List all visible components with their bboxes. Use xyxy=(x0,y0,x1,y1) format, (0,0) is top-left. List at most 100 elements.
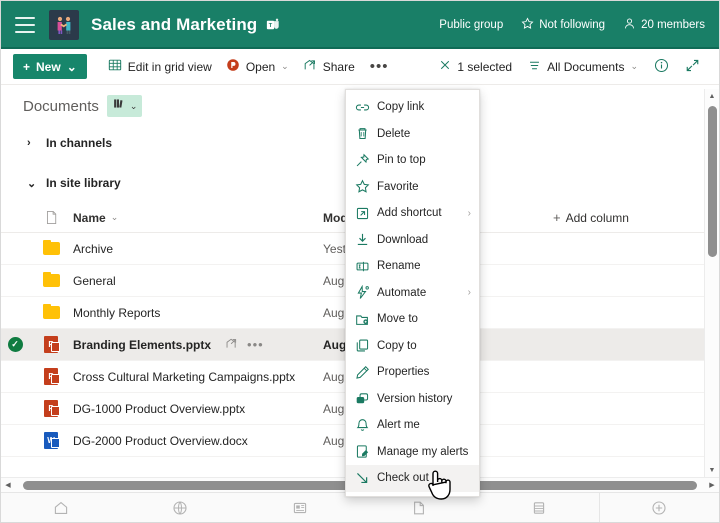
hamburger-icon[interactable] xyxy=(15,17,35,33)
view-selector-button[interactable]: All Documents ⌄ xyxy=(521,55,645,79)
menu-item-check-out[interactable]: Check out xyxy=(346,465,479,492)
chevron-right-icon: › xyxy=(468,208,471,219)
bell-icon xyxy=(355,418,377,433)
row-name-label: Monthly Reports xyxy=(73,306,160,320)
pin-icon xyxy=(355,153,377,168)
privacy-text: Public group xyxy=(439,19,503,31)
menu-item-label: Version history xyxy=(377,393,452,405)
file-icon[interactable] xyxy=(360,493,480,523)
ellipsis-icon[interactable]: ••• xyxy=(247,341,264,349)
star-icon xyxy=(355,179,377,194)
add-column-label: Add column xyxy=(566,211,629,225)
pencil-icon xyxy=(355,365,377,380)
group-in-site-library-label: In site library xyxy=(46,176,121,190)
plus-icon: + xyxy=(553,210,561,225)
plus-icon: + xyxy=(23,60,30,74)
row-name-label: Cross Cultural Marketing Campaigns.pptx xyxy=(73,370,295,384)
scroll-up-arrow[interactable]: ▲ xyxy=(705,89,719,103)
scroll-right-arrow[interactable]: ▶ xyxy=(705,481,719,489)
menu-item-rename[interactable]: Rename xyxy=(346,253,479,280)
vertical-scroll-thumb[interactable] xyxy=(708,106,717,257)
menu-item-label: Rename xyxy=(377,260,420,272)
selected-count-label: 1 selected xyxy=(457,60,512,74)
svg-text:T: T xyxy=(269,23,273,29)
row-select-checkbox[interactable]: ✓ xyxy=(1,337,29,352)
powerpoint-icon: P xyxy=(29,336,73,353)
scroll-left-arrow[interactable]: ◀ xyxy=(1,481,15,489)
menu-item-copy-link[interactable]: Copy link xyxy=(346,94,479,121)
news-icon[interactable] xyxy=(240,493,360,523)
download-icon xyxy=(355,232,377,247)
menu-item-delete[interactable]: Delete xyxy=(346,121,479,148)
menu-item-label: Favorite xyxy=(377,181,419,193)
powerpoint-icon: P xyxy=(29,400,73,417)
powerpoint-icon xyxy=(226,58,240,75)
share-icon[interactable] xyxy=(225,337,238,353)
expand-button[interactable] xyxy=(678,54,707,80)
row-name-cell[interactable]: Monthly Reports xyxy=(73,306,323,320)
expand-diagonal-icon xyxy=(685,58,700,76)
new-button[interactable]: + New ⌄ xyxy=(13,54,87,79)
menu-item-version-history[interactable]: Version history xyxy=(346,386,479,413)
menu-item-automate[interactable]: Automate › xyxy=(346,280,479,307)
row-name-cell[interactable]: Branding Elements.pptx ••• xyxy=(73,337,323,353)
plus-circle-icon[interactable] xyxy=(600,493,720,523)
menu-item-label: Copy link xyxy=(377,101,424,113)
menu-item-manage-my-alerts[interactable]: Manage my alerts xyxy=(346,439,479,466)
clear-selection-button[interactable]: 1 selected xyxy=(432,55,519,78)
menu-item-move-to[interactable]: Move to xyxy=(346,306,479,333)
menu-item-alert-me[interactable]: Alert me xyxy=(346,412,479,439)
command-bar: + New ⌄ Edit in grid view Open ⌄ Share •… xyxy=(1,49,719,85)
menu-item-download[interactable]: Download xyxy=(346,227,479,254)
row-name-cell[interactable]: Archive xyxy=(73,242,323,256)
chevron-down-icon: ⌄ xyxy=(111,212,119,223)
context-menu: Copy link Delete Pin to top Favorite Add xyxy=(345,89,480,497)
home-icon[interactable] xyxy=(1,493,121,523)
folder-icon xyxy=(29,242,73,255)
open-button[interactable]: Open ⌄ xyxy=(219,54,296,79)
add-column-button[interactable]: + Add column xyxy=(553,210,629,225)
scroll-down-arrow[interactable]: ▼ xyxy=(705,463,719,477)
site-title: Sales and Marketing xyxy=(91,15,257,35)
members-button[interactable]: 20 members xyxy=(623,17,705,33)
row-name-cell[interactable]: General xyxy=(73,274,323,288)
globe-icon[interactable] xyxy=(121,493,241,523)
new-button-label: New xyxy=(36,60,61,74)
command-bar-right-group: 1 selected All Documents ⌄ xyxy=(432,54,707,80)
menu-item-copy-to[interactable]: Copy to xyxy=(346,333,479,360)
vertical-scrollbar[interactable]: ▲ ▼ xyxy=(704,89,719,477)
chevron-right-icon: › xyxy=(27,137,37,149)
share-label: Share xyxy=(323,60,355,74)
breadcrumb[interactable]: Documents xyxy=(23,98,99,115)
row-actions: ••• xyxy=(225,337,264,353)
edit-in-grid-view-button[interactable]: Edit in grid view xyxy=(101,54,219,79)
follow-button[interactable]: Not following xyxy=(521,17,605,33)
row-name-label: DG-1000 Product Overview.pptx xyxy=(73,402,245,416)
menu-item-add-shortcut[interactable]: Add shortcut › xyxy=(346,200,479,227)
share-button[interactable]: Share xyxy=(296,54,362,79)
info-button[interactable] xyxy=(647,54,676,80)
header-right-group: Public group Not following 20 members xyxy=(439,17,705,33)
edit-in-grid-view-label: Edit in grid view xyxy=(128,60,212,74)
close-icon xyxy=(439,59,451,74)
bottom-navigation-bar xyxy=(1,492,719,522)
folder-icon xyxy=(29,274,73,287)
row-name-cell[interactable]: DG-2000 Product Overview.docx xyxy=(73,434,323,448)
column-header-name[interactable]: Name ⌄ xyxy=(73,211,323,225)
row-name-cell[interactable]: Cross Cultural Marketing Campaigns.pptx xyxy=(73,370,323,384)
chevron-right-icon: › xyxy=(468,287,471,298)
menu-item-label: Move to xyxy=(377,313,418,325)
more-commands-button[interactable]: ••• xyxy=(362,59,397,75)
menu-item-label: Add shortcut xyxy=(377,207,442,219)
follow-label: Not following xyxy=(539,19,605,31)
menu-item-label: Pin to top xyxy=(377,154,426,166)
row-name-cell[interactable]: DG-1000 Product Overview.pptx xyxy=(73,402,323,416)
library-switcher-button[interactable]: ⌄ xyxy=(107,95,143,117)
group-in-channels-label: In channels xyxy=(46,136,112,150)
chevron-down-icon: ⌄ xyxy=(630,61,638,72)
menu-item-favorite[interactable]: Favorite xyxy=(346,174,479,201)
list-database-icon[interactable] xyxy=(479,493,599,523)
shortcut-icon xyxy=(355,206,377,221)
menu-item-pin-to-top[interactable]: Pin to top xyxy=(346,147,479,174)
menu-item-properties[interactable]: Properties xyxy=(346,359,479,386)
